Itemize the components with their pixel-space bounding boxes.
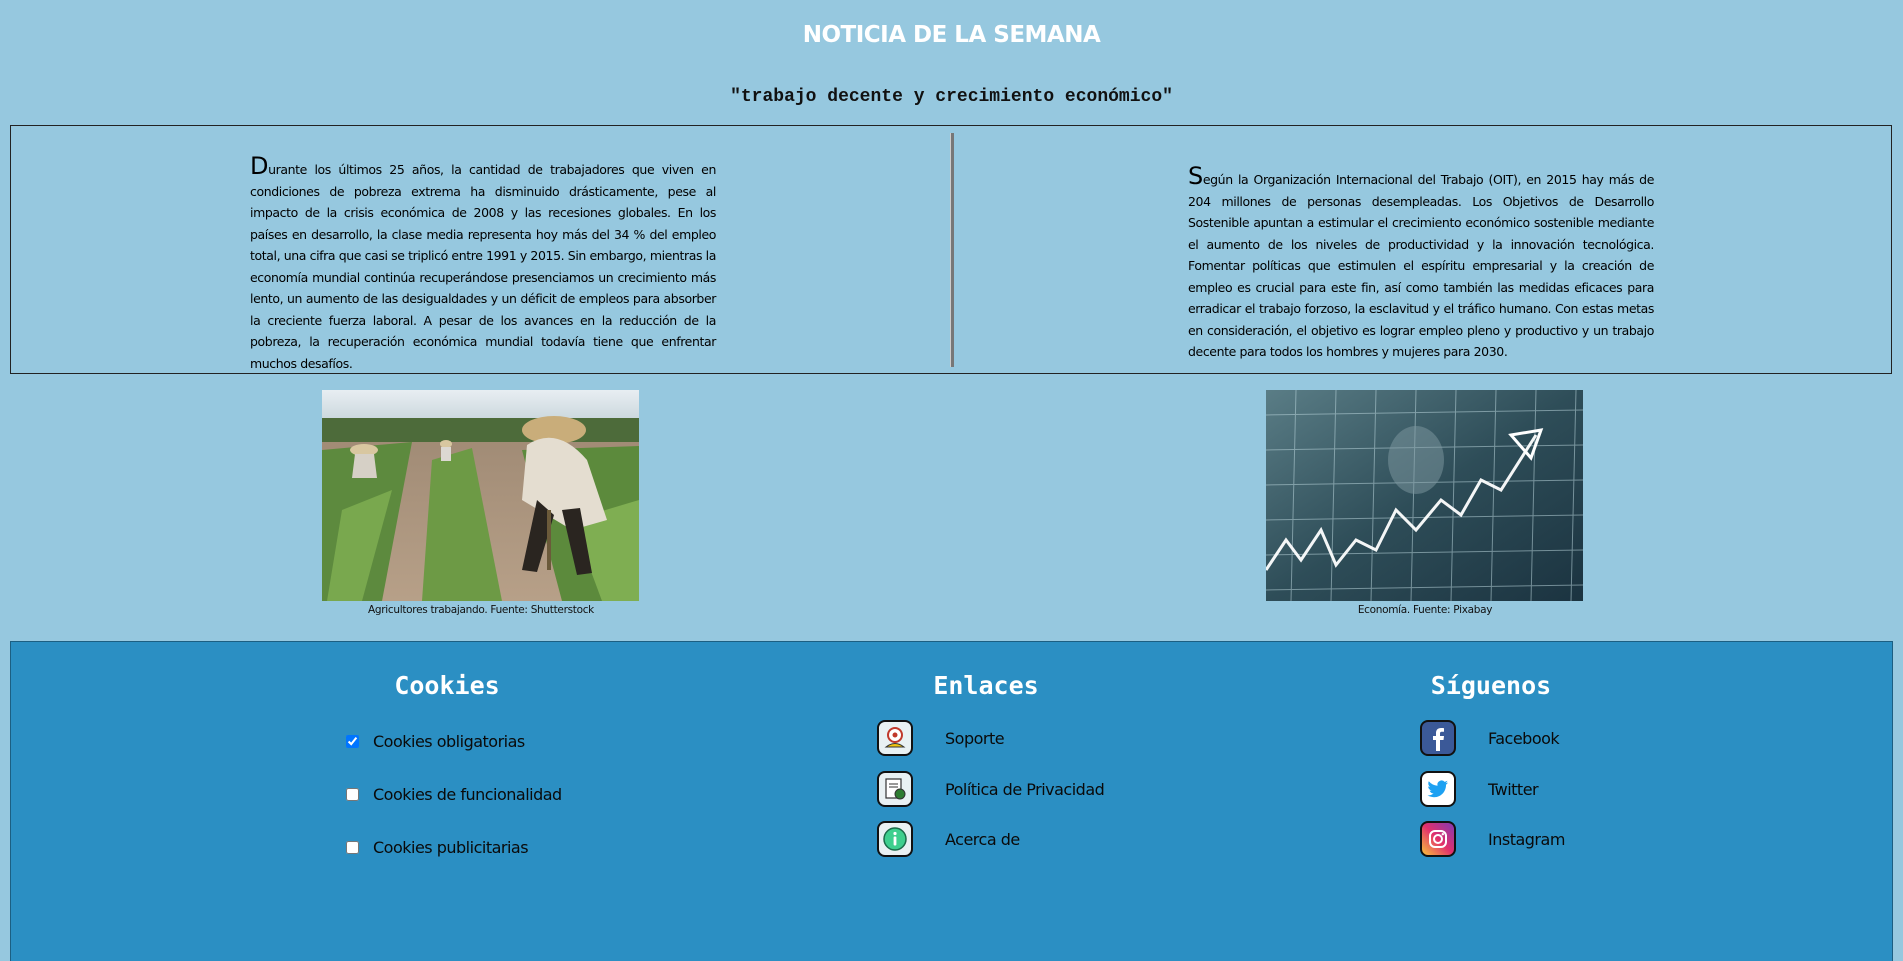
- instagram-icon: [1420, 821, 1456, 857]
- privacy-policy-icon: [877, 771, 913, 807]
- social-instagram-label: Instagram: [1488, 829, 1565, 849]
- article-left-column: Durante los últimos 25 años, la cantidad…: [250, 154, 716, 374]
- link-about-label: Acerca de: [945, 829, 1020, 849]
- column-divider: [950, 133, 954, 367]
- link-support[interactable]: Soporte: [877, 720, 1005, 756]
- cookie-label-functional: Cookies de funcionalidad: [373, 784, 562, 804]
- article-right-column: Según la Organización Internacional del …: [1188, 164, 1654, 363]
- farmers-caption: Agricultores trabajando. Fuente: Shutter…: [368, 604, 594, 616]
- cookie-checkbox-functional[interactable]: [346, 787, 359, 801]
- support-icon: [877, 720, 913, 756]
- social-heading: Síguenos: [1430, 671, 1552, 700]
- dropcap-left: D: [250, 152, 269, 180]
- link-privacy-policy[interactable]: Política de Privacidad: [877, 771, 1105, 807]
- dropcap-right: S: [1188, 162, 1203, 190]
- page-title: NOTICIA DE LA SEMANA: [802, 22, 1101, 48]
- cookie-label-advertising: Cookies publicitarias: [373, 837, 529, 857]
- cookie-label-mandatory: Cookies obligatorias: [373, 731, 525, 751]
- article-left-text: urante los últimos 25 años, la cantidad …: [250, 162, 716, 371]
- economy-caption: Economía. Fuente: Pixabay: [1357, 604, 1493, 616]
- cookie-option-advertising[interactable]: Cookies publicitarias: [346, 835, 529, 859]
- links-heading: Enlaces: [933, 671, 1039, 700]
- article-right-text: egún la Organización Internacional del T…: [1188, 172, 1654, 359]
- page-subtitle: "trabajo decente y crecimiento económico…: [730, 87, 1173, 107]
- link-about[interactable]: Acerca de: [877, 821, 1020, 857]
- cookie-checkbox-advertising[interactable]: [346, 840, 359, 854]
- link-support-label: Soporte: [945, 728, 1005, 748]
- link-privacy-policy-label: Política de Privacidad: [945, 779, 1105, 799]
- facebook-icon: [1420, 720, 1456, 756]
- cookies-heading: Cookies: [394, 671, 500, 700]
- economy-chart-photo: [1266, 390, 1583, 601]
- social-instagram[interactable]: Instagram: [1420, 821, 1565, 857]
- social-facebook[interactable]: Facebook: [1420, 720, 1560, 756]
- social-twitter-label: Twitter: [1488, 779, 1539, 799]
- social-facebook-label: Facebook: [1488, 728, 1560, 748]
- cookie-option-functional[interactable]: Cookies de funcionalidad: [346, 782, 562, 806]
- farmers-photo: [322, 390, 639, 601]
- twitter-icon: [1420, 771, 1456, 807]
- social-twitter[interactable]: Twitter: [1420, 771, 1539, 807]
- info-icon: [877, 821, 913, 857]
- cookie-checkbox-mandatory[interactable]: [346, 734, 359, 748]
- cookie-option-mandatory[interactable]: Cookies obligatorias: [346, 729, 525, 753]
